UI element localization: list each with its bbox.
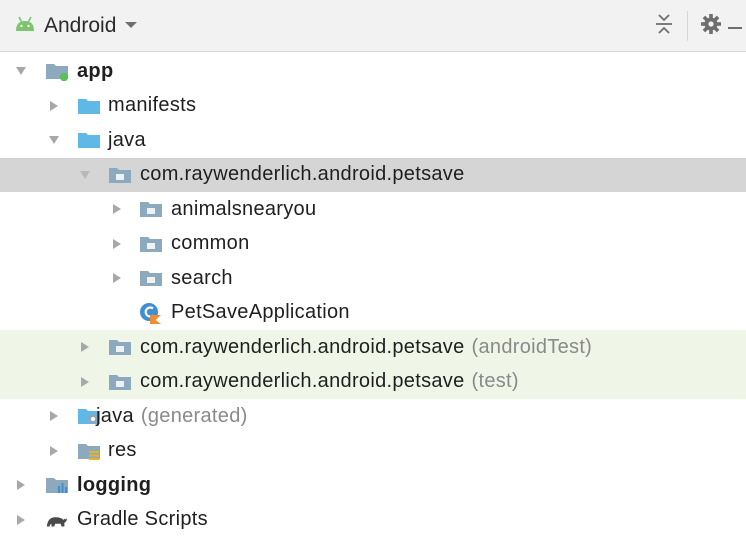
package-name: com.raywenderlich.android.petsave: [140, 370, 465, 392]
package-icon: [108, 371, 132, 393]
gear-icon: [700, 13, 722, 40]
package-icon: [108, 164, 132, 186]
tree-node-label: app: [77, 60, 113, 83]
tree-node-label: com.raywenderlich.android.petsave (test): [140, 370, 519, 393]
tree-node-label: Gradle Scripts: [77, 508, 208, 531]
settings-button[interactable]: [694, 9, 728, 43]
collapse-all-button[interactable]: [647, 9, 681, 43]
tree-node-app[interactable]: app: [0, 54, 746, 89]
hide-panel-button[interactable]: [728, 9, 746, 43]
collapse-arrow-icon[interactable]: [47, 409, 61, 423]
folder-name: java: [96, 405, 134, 427]
source-set-suffix: (androidTest): [472, 336, 593, 358]
tree-node-label: manifests: [108, 94, 196, 117]
package-icon: [108, 336, 132, 358]
tree-node-java-generated[interactable]: java (generated): [0, 399, 746, 434]
toolbar-divider: [687, 11, 688, 41]
tree-node-package-main[interactable]: com.raywenderlich.android.petsave: [0, 158, 746, 193]
tree-node-manifests[interactable]: manifests: [0, 89, 746, 124]
collapse-arrow-icon[interactable]: [14, 478, 28, 492]
package-icon: [139, 267, 163, 289]
library-module-icon: [45, 474, 69, 496]
collapse-arrow-icon[interactable]: [110, 271, 124, 285]
tree-node-label: search: [171, 267, 233, 290]
tree-node-search[interactable]: search: [0, 261, 746, 296]
tree-node-gradle-scripts[interactable]: Gradle Scripts: [0, 503, 746, 537]
view-selector-label: Android: [44, 14, 116, 38]
generated-suffix: (generated): [141, 405, 248, 427]
collapse-arrow-icon[interactable]: [47, 99, 61, 113]
kotlin-class-icon: [139, 302, 163, 324]
tree-node-common[interactable]: common: [0, 227, 746, 262]
view-selector[interactable]: Android: [14, 0, 138, 52]
tree-node-label: PetSaveApplication: [171, 301, 350, 324]
module-icon: [45, 60, 69, 82]
tree-node-package-android-test[interactable]: com.raywenderlich.android.petsave (androi…: [0, 330, 746, 365]
tree-node-label: com.raywenderlich.android.petsave: [140, 163, 465, 186]
android-icon: [14, 16, 36, 37]
collapse-all-icon: [655, 13, 673, 40]
resources-folder-icon: [77, 440, 101, 462]
folder-icon: [77, 95, 101, 117]
tree-node-label: animalsnearyou: [171, 198, 316, 221]
tree-node-logging[interactable]: logging: [0, 468, 746, 503]
collapse-arrow-icon[interactable]: [110, 237, 124, 251]
tree-node-label: java (generated): [96, 405, 248, 428]
package-icon: [139, 198, 163, 220]
chevron-down-icon: [124, 17, 138, 35]
tree-node-label: java: [108, 129, 146, 152]
expand-arrow-icon[interactable]: [78, 168, 92, 182]
source-set-suffix: (test): [472, 370, 519, 392]
tree-node-label: com.raywenderlich.android.petsave (androi…: [140, 336, 592, 359]
tree-node-label: logging: [77, 474, 151, 497]
tree-node-java[interactable]: java: [0, 123, 746, 158]
tree-node-label: res: [108, 439, 137, 462]
minus-icon: [728, 17, 742, 35]
tree-node-package-test[interactable]: com.raywenderlich.android.petsave (test): [0, 365, 746, 400]
collapse-arrow-icon[interactable]: [47, 444, 61, 458]
collapse-arrow-icon[interactable]: [14, 513, 28, 527]
package-icon: [139, 233, 163, 255]
folder-icon: [77, 129, 101, 151]
collapse-arrow-icon[interactable]: [78, 340, 92, 354]
gradle-icon: [45, 509, 69, 531]
project-tree: app manifests java com.raywende: [0, 54, 746, 537]
expand-arrow-icon[interactable]: [14, 64, 28, 78]
collapse-arrow-icon[interactable]: [110, 202, 124, 216]
tree-node-animalsnearyou[interactable]: animalsnearyou: [0, 192, 746, 227]
tree-node-label: common: [171, 232, 250, 255]
expand-arrow-icon[interactable]: [47, 133, 61, 147]
collapse-arrow-icon[interactable]: [78, 375, 92, 389]
package-name: com.raywenderlich.android.petsave: [140, 336, 465, 358]
tree-node-res[interactable]: res: [0, 434, 746, 469]
project-view-toolbar: Android: [0, 0, 746, 52]
tree-node-petsave-application[interactable]: PetSaveApplication: [0, 296, 746, 331]
